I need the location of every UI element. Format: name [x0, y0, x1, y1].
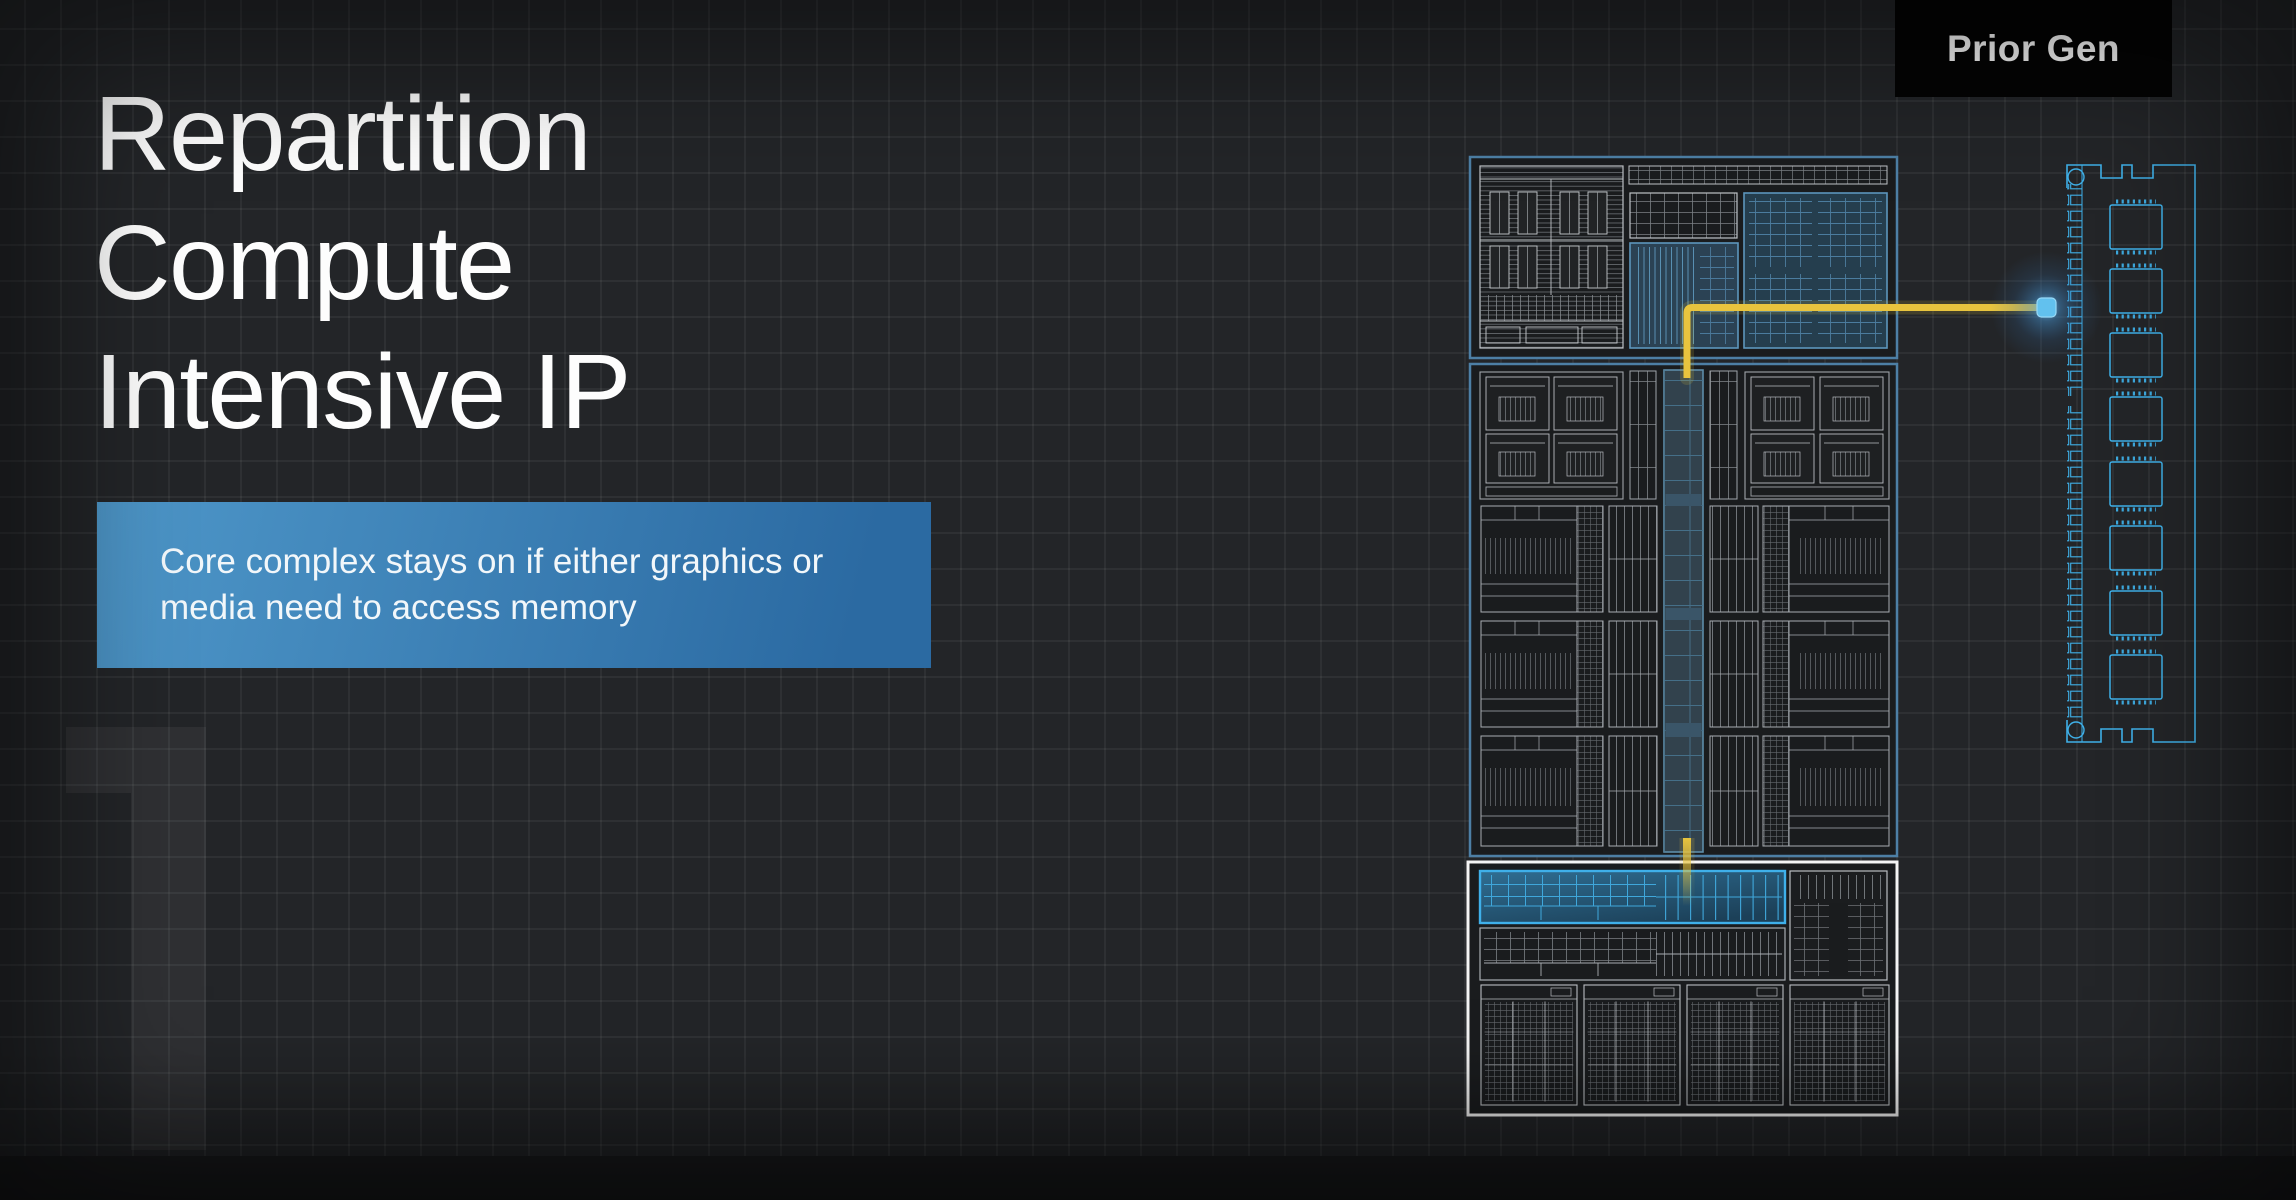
compute-tile — [1470, 364, 1897, 856]
memory-chip — [2110, 462, 2162, 506]
page-title: Repartition Compute Intensive IP — [94, 70, 630, 457]
fabric-strip-left — [1630, 371, 1656, 499]
callout-box: Core complex stays on if either graphics… — [97, 502, 931, 668]
memory-chips — [2110, 202, 2162, 703]
memory-chip — [2110, 526, 2162, 570]
memory-chip — [2110, 205, 2162, 249]
title-line-3: Intensive IP — [94, 328, 630, 457]
memory-chip — [2110, 397, 2162, 441]
title-line-2: Compute — [94, 199, 630, 328]
media-display-highlight — [1480, 871, 1785, 923]
memory-chip — [2110, 333, 2162, 377]
processor-memory-diagram — [1440, 80, 2296, 1200]
callout-text: Core complex stays on if either graphics… — [160, 539, 860, 631]
memory-chip — [2110, 655, 2162, 699]
connection-line-lower — [1683, 838, 1691, 906]
slide: Repartition Compute Intensive IP Core co… — [0, 0, 2296, 1200]
soc-right-highlight-block — [1744, 193, 1887, 348]
connection-glow-dot — [2037, 298, 2056, 317]
soc-top-strip — [1629, 166, 1887, 184]
fabric-column-highlight — [1664, 370, 1703, 852]
graphics-right-block — [1790, 871, 1887, 980]
memory-chip — [2110, 591, 2162, 635]
fabric-strip-right — [1710, 371, 1737, 499]
soc-left-block — [1480, 166, 1623, 348]
dimm-pins — [2067, 406, 2082, 722]
memory-dimm — [2067, 165, 2195, 742]
soc-mid-gray-block — [1630, 193, 1737, 238]
title-line-1: Repartition — [94, 70, 630, 199]
memory-chip — [2110, 269, 2162, 313]
